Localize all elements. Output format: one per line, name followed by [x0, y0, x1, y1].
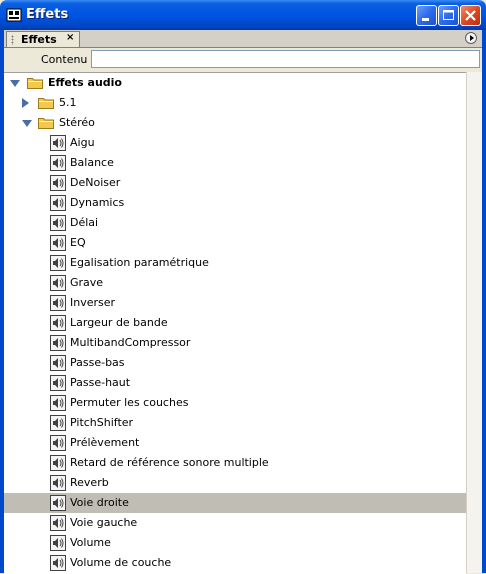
tree-item-label: 5.1	[59, 96, 77, 109]
close-icon	[465, 10, 476, 21]
tree-item-label: Délai	[70, 216, 99, 229]
effects-tree[interactable]: Effets audio 5.1 Stéréo Aigu Balance DeNoiser…	[4, 72, 466, 574]
tree-item-effect[interactable]: PitchShifter	[4, 413, 466, 433]
minimize-icon	[422, 18, 429, 21]
audio-effect-icon	[50, 375, 66, 391]
tree-item-label: Voie droite	[70, 496, 129, 509]
folder-icon	[38, 118, 54, 129]
tree-item-label: Inverser	[70, 296, 116, 309]
tree-item-label: Volume	[70, 536, 111, 549]
audio-effect-icon	[50, 195, 66, 211]
tree-item-effect[interactable]: Egalisation paramétrique	[4, 253, 466, 273]
tree-item-effect[interactable]: Inverser	[4, 293, 466, 313]
tree-item-effect[interactable]: Retard de référence sonore multiple	[4, 453, 466, 473]
tree-item-effect[interactable]: Aigu	[4, 133, 466, 153]
title-bar[interactable]: Effets	[0, 0, 486, 30]
effects-app-icon	[6, 8, 22, 22]
audio-effect-icon	[50, 335, 66, 351]
window-frame-right	[482, 30, 486, 573]
audio-effect-icon	[50, 515, 66, 531]
audio-effect-icon	[50, 175, 66, 191]
tree-folder-0[interactable]: 5.1	[4, 93, 466, 113]
tree-item-effect[interactable]: Délai	[4, 213, 466, 233]
tree-item-effect[interactable]: Balance	[4, 153, 466, 173]
audio-effect-icon	[50, 135, 66, 151]
tab-label: Effets	[21, 33, 57, 46]
tree-item-label: Egalisation paramétrique	[70, 256, 209, 269]
tree-item-label: Effets audio	[48, 76, 122, 89]
audio-effect-icon	[50, 315, 66, 331]
tree-item-label: Dynamics	[70, 196, 125, 209]
tree-item-effect[interactable]: Dynamics	[4, 193, 466, 213]
expand-arrow-right-icon[interactable]	[22, 98, 29, 108]
tree-item-effect[interactable]: Passe-haut	[4, 373, 466, 393]
tree-item-label: Prélèvement	[70, 436, 140, 449]
audio-effect-icon	[50, 155, 66, 171]
audio-effect-icon	[50, 255, 66, 271]
maximize-button[interactable]	[438, 5, 459, 26]
tree-item-effect[interactable]: Grave	[4, 273, 466, 293]
window-title: Effets	[26, 7, 69, 22]
tree-item-effect[interactable]: Largeur de bande	[4, 313, 466, 333]
audio-effect-icon	[50, 355, 66, 371]
tree-item-effect[interactable]: Volume de couche	[4, 553, 466, 573]
close-button[interactable]	[460, 5, 481, 26]
tree-item-label: Voie gauche	[70, 516, 138, 529]
tree-item-effect[interactable]: Voie gauche	[4, 513, 466, 533]
tree-item-label: MultibandCompressor	[70, 336, 191, 349]
tree-item-effect[interactable]: MultibandCompressor	[4, 333, 466, 353]
folder-icon	[38, 98, 54, 109]
audio-effect-icon	[50, 395, 66, 411]
tree-item-label: Passe-bas	[70, 356, 125, 369]
tree-item-label: DeNoiser	[70, 176, 121, 189]
tree-item-label: EQ	[70, 236, 86, 249]
panel-tab-strip: Effets ×	[4, 30, 482, 48]
tree-item-effect[interactable]: Reverb	[4, 473, 466, 493]
tree-item-label: PitchShifter	[70, 416, 134, 429]
tab-close-icon[interactable]: ×	[66, 32, 74, 43]
audio-effect-icon	[50, 215, 66, 231]
drag-grip-icon[interactable]	[11, 35, 14, 45]
audio-effect-icon	[50, 495, 66, 511]
tree-item-label: Aigu	[70, 136, 95, 149]
tree-item-label: Stéréo	[59, 116, 95, 129]
audio-effect-icon	[50, 535, 66, 551]
vertical-scrollbar[interactable]	[466, 72, 482, 573]
tree-item-effect[interactable]: Permuter les couches	[4, 393, 466, 413]
folder-icon	[27, 78, 43, 89]
audio-effect-icon	[50, 555, 66, 571]
maximize-icon	[443, 10, 454, 20]
tab-effets[interactable]: Effets ×	[6, 31, 80, 47]
audio-effect-icon	[50, 475, 66, 491]
tree-item-effect[interactable]: Prélèvement	[4, 433, 466, 453]
search-row: Contenu :	[4, 48, 482, 71]
search-input[interactable]	[91, 50, 480, 68]
tree-item-label: Retard de référence sonore multiple	[70, 456, 269, 469]
tree-item-label: Reverb	[70, 476, 109, 489]
tree-item-effect[interactable]: EQ	[4, 233, 466, 253]
audio-effect-icon	[50, 295, 66, 311]
tree-item-label: Balance	[70, 156, 114, 169]
audio-effect-icon	[50, 455, 66, 471]
tree-item-effect[interactable]: Voie droite	[4, 493, 466, 513]
search-label: Contenu :	[41, 53, 95, 66]
tree-item-effect[interactable]: Volume	[4, 533, 466, 553]
audio-effect-icon	[50, 415, 66, 431]
tree-item-label: Passe-haut	[70, 376, 131, 389]
expand-arrow-down-icon[interactable]	[22, 120, 32, 127]
tree-item-label: Volume de couche	[70, 556, 172, 569]
minimize-button[interactable]	[416, 5, 437, 26]
tree-item-label: Grave	[70, 276, 104, 289]
panel-menu-icon[interactable]	[465, 32, 477, 44]
tree-item-effect[interactable]: DeNoiser	[4, 173, 466, 193]
tree-item-effect[interactable]: Passe-bas	[4, 353, 466, 373]
tree-folder-effets-audio[interactable]: Effets audio	[4, 73, 466, 93]
audio-effect-icon	[50, 235, 66, 251]
audio-effect-icon	[50, 435, 66, 451]
tree-item-label: Permuter les couches	[70, 396, 189, 409]
audio-effect-icon	[50, 275, 66, 291]
tree-folder-1[interactable]: Stéréo	[4, 113, 466, 133]
expand-arrow-down-icon[interactable]	[10, 80, 20, 87]
tree-item-label: Largeur de bande	[70, 316, 168, 329]
